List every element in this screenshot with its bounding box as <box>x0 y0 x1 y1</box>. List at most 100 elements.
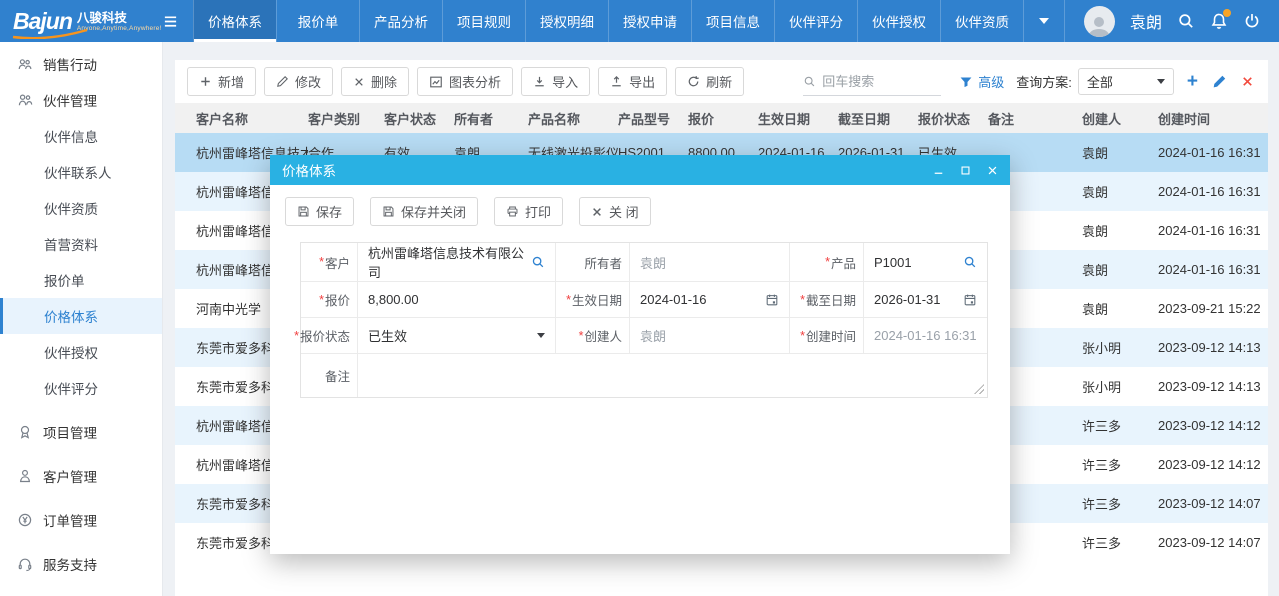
creator-field: 袁朗 <box>629 317 789 353</box>
import-button[interactable]: 导入 <box>521 67 590 96</box>
sidebar-item-first-camp-data[interactable]: 首营资料 <box>0 226 162 262</box>
avatar[interactable] <box>1084 6 1115 37</box>
resize-handle[interactable] <box>974 384 984 394</box>
notifications-button[interactable] <box>1210 12 1228 30</box>
sidebar-item-partner-qualification[interactable]: 伙伴资质 <box>0 190 162 226</box>
end-date-value: 2026-01-31 <box>874 292 941 307</box>
close-dialog-button[interactable]: 关 闭 <box>579 197 651 226</box>
tab-partner-qualification[interactable]: 伙伴资质 <box>940 0 1023 42</box>
column-header[interactable]: 创建人 <box>1082 109 1158 128</box>
quote-status-select[interactable]: 已生效 <box>357 317 555 353</box>
product-lookup-button[interactable] <box>963 255 977 269</box>
column-header[interactable]: 创建时间 <box>1158 109 1268 128</box>
product-value: P1001 <box>874 255 912 270</box>
edit-scheme-button[interactable] <box>1212 74 1227 89</box>
advanced-filter-button[interactable]: 高级 <box>959 72 1004 91</box>
tab-project-rules[interactable]: 项目规则 <box>442 0 525 42</box>
sidebar-item-partner-info[interactable]: 伙伴信息 <box>0 118 162 154</box>
search-icon <box>1177 12 1195 30</box>
product-field[interactable]: P1001 <box>863 243 987 281</box>
effective-date-field[interactable]: 2024-01-16 <box>629 281 789 317</box>
logout-button[interactable] <box>1243 12 1261 30</box>
customer-lookup-button[interactable] <box>531 255 545 269</box>
print-button[interactable]: 打印 <box>494 197 563 226</box>
column-header[interactable]: 报价状态 <box>918 109 988 128</box>
end-date-field[interactable]: 2026-01-31 <box>863 281 987 317</box>
column-header[interactable]: 截至日期 <box>838 109 918 128</box>
sidebar-item-sales-action[interactable]: 销售行动 <box>0 46 162 82</box>
sidebar-item-label: 伙伴管理 <box>43 90 97 110</box>
tab-partner-auth[interactable]: 伙伴授权 <box>857 0 940 42</box>
tab-project-info[interactable]: 项目信息 <box>691 0 774 42</box>
query-scheme-select[interactable]: 全部 <box>1078 68 1174 95</box>
column-header[interactable]: 产品名称 <box>528 109 618 128</box>
sidebar-item-price-system[interactable]: 价格体系 <box>0 298 162 334</box>
column-header[interactable]: 报价 <box>688 109 758 128</box>
refresh-button[interactable]: 刷新 <box>675 67 744 96</box>
tab-partner-score[interactable]: 伙伴评分 <box>774 0 857 42</box>
sidebar-item-service-support[interactable]: 服务支持 <box>0 546 162 582</box>
sidebar-item-partner-score[interactable]: 伙伴评分 <box>0 370 162 406</box>
tabs-more-button[interactable] <box>1023 0 1065 42</box>
maximize-button[interactable] <box>960 165 971 176</box>
remark-textarea[interactable] <box>357 353 987 397</box>
price-value: 8,800.00 <box>368 292 419 307</box>
print-button-label: 打印 <box>525 202 551 221</box>
menu-toggle-button[interactable] <box>148 0 193 42</box>
yen-icon <box>17 512 33 528</box>
column-header[interactable]: 备注 <box>988 109 1082 128</box>
column-header[interactable]: 生效日期 <box>758 109 838 128</box>
calendar-icon[interactable] <box>963 293 977 307</box>
tab-price-system[interactable]: 价格体系 <box>193 0 276 42</box>
chart-analysis-button[interactable]: 图表分析 <box>417 67 513 96</box>
column-header[interactable]: 客户类别 <box>308 109 384 128</box>
export-icon <box>610 75 623 88</box>
sidebar-item-partner-auth[interactable]: 伙伴授权 <box>0 334 162 370</box>
global-search-button[interactable] <box>1177 12 1195 30</box>
minimize-button[interactable] <box>933 165 944 176</box>
edit-button[interactable]: 修改 <box>264 67 333 96</box>
dialog-titlebar[interactable]: 价格体系 <box>270 155 1010 185</box>
close-button[interactable] <box>987 165 998 176</box>
column-header[interactable]: 产品型号 <box>618 109 688 128</box>
sidebar-item-project-mgmt[interactable]: 项目管理 <box>0 414 162 450</box>
save-button-label: 保存 <box>316 202 342 221</box>
customer-label: *客户 <box>301 243 357 281</box>
delete-button[interactable]: 删除 <box>341 67 409 96</box>
calendar-icon[interactable] <box>765 293 779 307</box>
column-header[interactable]: 客户状态 <box>384 109 454 128</box>
tab-auth-detail[interactable]: 授权明细 <box>525 0 608 42</box>
price-field[interactable]: 8,800.00 <box>357 281 555 317</box>
export-button[interactable]: 导出 <box>598 67 667 96</box>
cell-creator: 袁朗 <box>1082 221 1158 240</box>
cell-creator: 袁朗 <box>1082 299 1158 318</box>
app-logo: Bajun 八骏科技 Anyone,Anytime,Anywhere! <box>0 0 148 42</box>
cell-created-time: 2023-09-12 14:07 <box>1158 496 1268 511</box>
current-user-name[interactable]: 袁朗 <box>1130 9 1162 33</box>
sidebar-item-quotation[interactable]: 报价单 <box>0 262 162 298</box>
sidebar-item-label: 报价单 <box>44 270 85 290</box>
cell-creator: 张小明 <box>1082 377 1158 396</box>
save-button[interactable]: 保存 <box>285 197 354 226</box>
add-button[interactable]: 新增 <box>187 67 256 96</box>
customer-field[interactable]: 杭州雷峰塔信息技术有限公司 <box>357 243 555 281</box>
quote-status-label: *报价状态 <box>301 317 357 353</box>
sidebar-item-customer-mgmt[interactable]: 客户管理 <box>0 458 162 494</box>
sidebar-item-partner-mgmt[interactable]: 伙伴管理 <box>0 82 162 118</box>
sidebar-item-label: 销售行动 <box>43 54 97 74</box>
sidebar-item-partner-contacts[interactable]: 伙伴联系人 <box>0 154 162 190</box>
tab-product-analysis[interactable]: 产品分析 <box>359 0 442 42</box>
add-scheme-button[interactable]: + <box>1187 72 1198 91</box>
chevron-down-icon[interactable] <box>537 333 545 338</box>
search-input[interactable] <box>822 74 941 89</box>
save-and-close-button[interactable]: 保存并关闭 <box>370 197 478 226</box>
delete-scheme-button[interactable] <box>1241 75 1254 88</box>
sidebar-item-order-mgmt[interactable]: 订单管理 <box>0 502 162 538</box>
column-header[interactable]: 客户名称 <box>196 109 308 128</box>
sidebar-item-target-mgmt[interactable]: 目标管理 <box>0 590 162 596</box>
tab-quotation[interactable]: 报价单 <box>276 0 359 42</box>
tab-auth-apply[interactable]: 授权申请 <box>608 0 691 42</box>
required-mark: * <box>294 329 299 343</box>
search-icon <box>803 74 816 89</box>
column-header[interactable]: 所有者 <box>454 109 528 128</box>
